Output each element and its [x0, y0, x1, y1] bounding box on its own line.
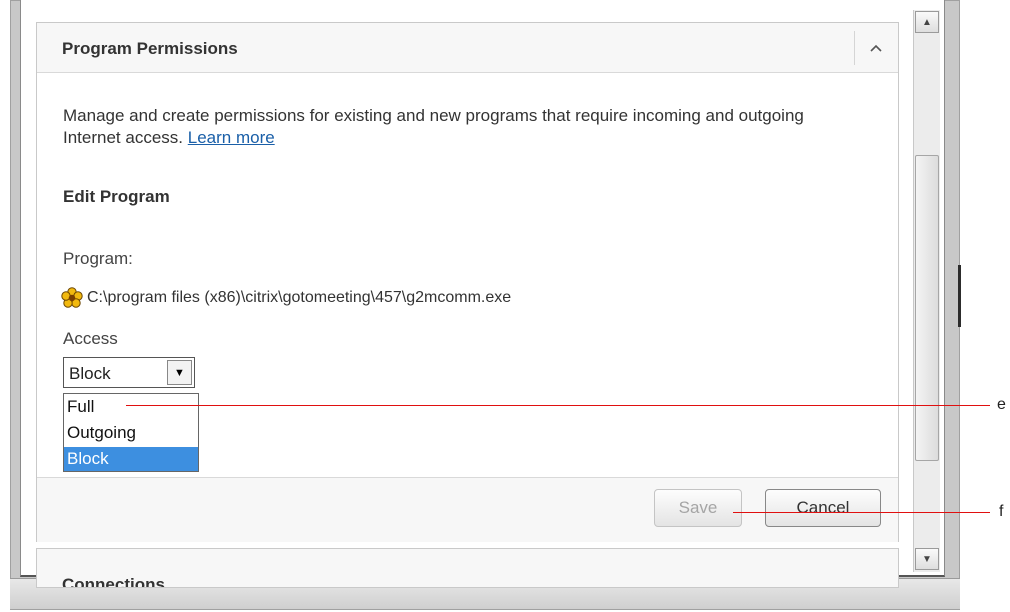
collapse-button[interactable] — [864, 35, 888, 61]
callout-label-e: e — [997, 396, 1006, 413]
program-row: C:\program files (x86)\citrix\gotomeetin… — [61, 287, 511, 309]
dropdown-arrow-icon[interactable]: ▼ — [167, 360, 192, 385]
description-text: Manage and create permissions for existi… — [63, 106, 804, 147]
callout-line-f — [733, 512, 990, 513]
access-option-outgoing[interactable]: Outgoing — [64, 421, 198, 445]
scroll-down-button[interactable]: ▼ — [915, 548, 939, 570]
section-title: Edit Program — [63, 187, 170, 206]
scroll-down-icon: ▼ — [922, 553, 932, 565]
save-button[interactable]: Save — [654, 489, 742, 527]
program-flower-icon — [61, 287, 83, 308]
vertical-scrollbar[interactable]: ▲ ▼ — [913, 10, 940, 572]
program-path: C:\program files (x86)\citrix\gotomeetin… — [87, 289, 512, 306]
callout-label-f: f — [999, 503, 1004, 520]
scroll-thumb[interactable] — [915, 155, 939, 461]
access-option-full[interactable]: Full — [64, 395, 198, 419]
panel-header: Program Permissions — [37, 23, 898, 73]
panel-title: Program Permissions — [62, 39, 238, 58]
chevron-up-icon — [870, 44, 882, 52]
program-permissions-panel: Program Permissions Manage and create pe… — [36, 22, 899, 542]
panel-footer: Save Cancel — [37, 477, 898, 542]
program-label: Program: — [63, 249, 133, 268]
access-option-block[interactable]: Block — [64, 447, 198, 471]
scroll-up-button[interactable]: ▲ — [915, 11, 939, 33]
access-label: Access — [63, 329, 118, 348]
access-select-value: Block — [69, 364, 111, 383]
learn-more-link[interactable]: Learn more — [188, 128, 275, 147]
panel-description: Manage and create permissions for existi… — [63, 105, 843, 149]
scroll-up-icon: ▲ — [922, 16, 932, 28]
access-select[interactable]: Block ▼ — [63, 357, 195, 388]
connections-panel-title: Connections — [62, 575, 165, 588]
header-divider — [854, 31, 855, 65]
window-edge-mark — [958, 265, 961, 327]
callout-line-e — [126, 405, 990, 406]
cancel-button[interactable]: Cancel — [765, 489, 881, 527]
connections-panel-header[interactable]: Connections — [36, 548, 899, 588]
